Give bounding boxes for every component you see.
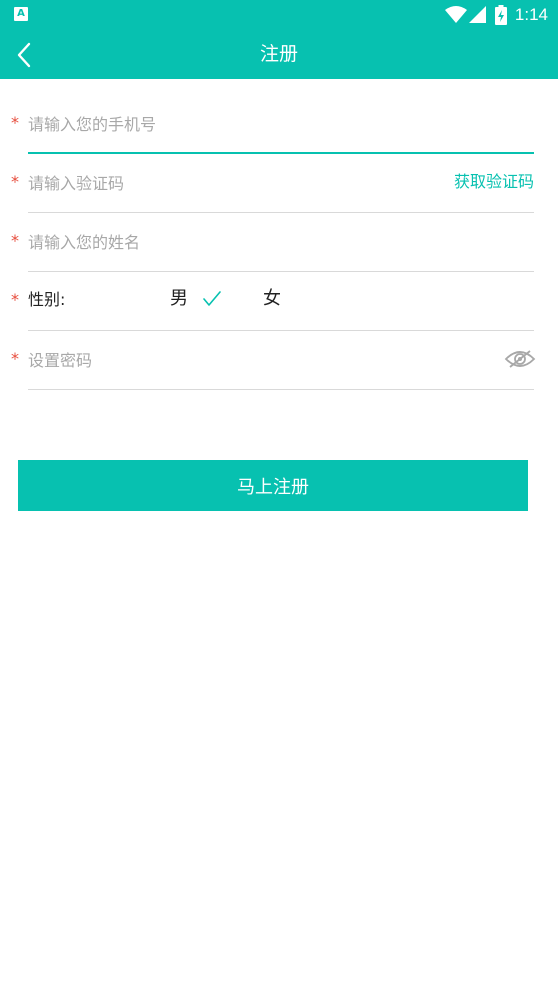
status-icons: 1:14 bbox=[444, 4, 548, 26]
get-code-button[interactable]: 获取验证码 bbox=[454, 172, 534, 192]
required-mark: * bbox=[11, 349, 19, 368]
password-row: * bbox=[0, 331, 558, 390]
required-mark: * bbox=[11, 172, 19, 191]
code-row: * 获取验证码 bbox=[0, 154, 558, 213]
gender-female-option[interactable]: 女 bbox=[263, 288, 281, 310]
name-input[interactable] bbox=[28, 227, 428, 257]
register-button[interactable]: 马上注册 bbox=[18, 460, 528, 511]
wifi-icon bbox=[444, 6, 467, 23]
battery-icon bbox=[494, 5, 507, 25]
gender-row: * 性别: 男 女 bbox=[0, 272, 558, 331]
app-bar: 注册 bbox=[0, 30, 558, 79]
password-input[interactable] bbox=[28, 345, 428, 375]
required-mark: * bbox=[11, 290, 19, 309]
notification-icon: A bbox=[14, 7, 28, 21]
code-input[interactable] bbox=[28, 168, 328, 198]
check-icon bbox=[203, 291, 221, 306]
gender-label: 性别: bbox=[28, 290, 66, 309]
status-bar: A 1:14 bbox=[0, 0, 558, 30]
required-mark: * bbox=[11, 231, 19, 250]
phone-row: * bbox=[0, 95, 558, 154]
gender-male-option[interactable]: 男 bbox=[170, 288, 188, 310]
page-title: 注册 bbox=[259, 43, 298, 65]
phone-input[interactable] bbox=[28, 109, 428, 139]
eye-icon[interactable] bbox=[504, 347, 536, 371]
name-row: * bbox=[0, 213, 558, 272]
password-underline bbox=[28, 389, 534, 390]
signal-icon bbox=[468, 6, 486, 23]
status-time: 1:14 bbox=[514, 5, 548, 24]
required-mark: * bbox=[11, 113, 19, 132]
